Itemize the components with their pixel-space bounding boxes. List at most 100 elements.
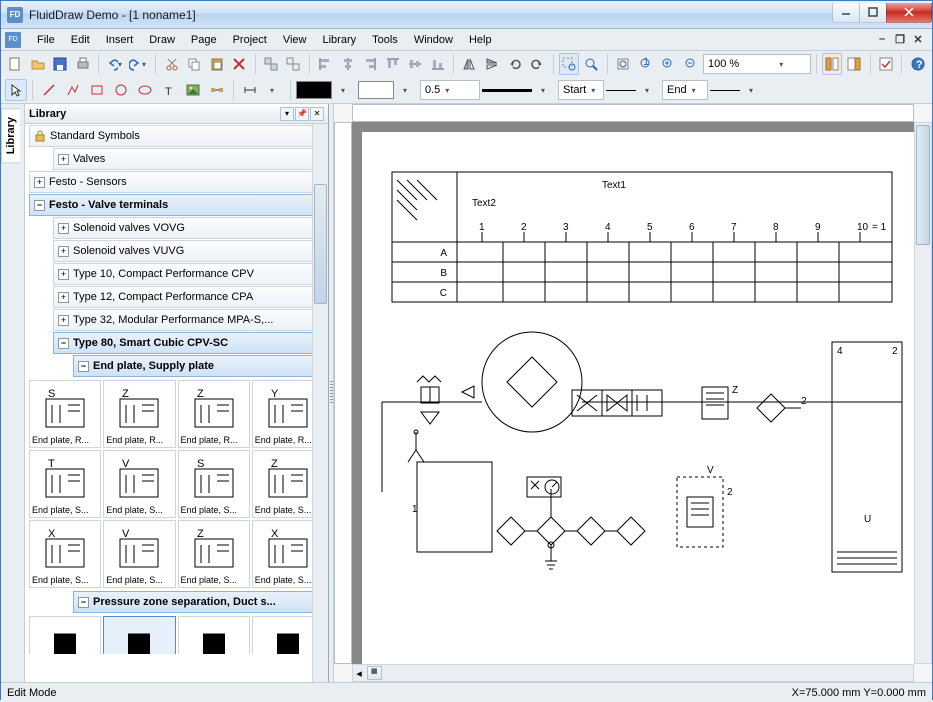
zoom-button[interactable]: [581, 53, 602, 75]
open-button[interactable]: [28, 53, 49, 75]
expand-icon[interactable]: +: [58, 154, 69, 165]
lineweight-combo[interactable]: 0.5▾: [420, 80, 480, 100]
zoom-fit-button[interactable]: [613, 53, 634, 75]
drawing-page[interactable]: Text1 Text2 A B C: [362, 132, 914, 664]
dimension-tool[interactable]: [239, 79, 261, 101]
cap-start-sw[interactable]: [606, 81, 636, 99]
library-item[interactable]: +Type 12, Compact Performance CPA: [53, 286, 324, 308]
sheet-tab[interactable]: ▦: [367, 666, 382, 680]
panel-pin-button[interactable]: 📌: [295, 107, 309, 121]
minimize-button[interactable]: [832, 3, 860, 23]
circle-tool[interactable]: [110, 79, 132, 101]
expand-icon[interactable]: −: [58, 338, 69, 349]
maximize-button[interactable]: [859, 3, 887, 23]
cap-end-sw[interactable]: [710, 81, 740, 99]
expand-icon[interactable]: +: [58, 269, 69, 280]
library-item[interactable]: +Valves: [53, 148, 324, 170]
expand-icon[interactable]: +: [58, 292, 69, 303]
zoom-in-button[interactable]: [658, 53, 679, 75]
symbol-thumb[interactable]: VEnd plate, S...: [103, 520, 175, 588]
expand-icon[interactable]: +: [58, 315, 69, 326]
symbol-thumb[interactable]: ZEnd plate, R...: [103, 380, 175, 448]
help-button[interactable]: ?: [907, 53, 928, 75]
symbol-thumb[interactable]: [103, 616, 175, 654]
image-tool[interactable]: [182, 79, 204, 101]
expand-icon[interactable]: −: [78, 597, 89, 608]
menu-tools[interactable]: Tools: [364, 32, 406, 48]
library-tab[interactable]: Library: [1, 108, 20, 163]
library-item[interactable]: −Type 80, Smart Cubic CPV-SC: [53, 332, 324, 354]
text-tool[interactable]: T: [158, 79, 180, 101]
save-button[interactable]: [50, 53, 71, 75]
expand-icon[interactable]: +: [34, 177, 45, 188]
expand-icon[interactable]: −: [78, 361, 89, 372]
copy-button[interactable]: [184, 53, 205, 75]
library-item[interactable]: −Festo - Valve terminals: [29, 194, 324, 216]
symbol-thumb[interactable]: VEnd plate, S...: [103, 450, 175, 518]
toggle-library-button[interactable]: [822, 53, 843, 75]
rect-tool[interactable]: [86, 79, 108, 101]
rotate-right-button[interactable]: [527, 53, 548, 75]
cap-start-drop[interactable]: ▾: [638, 79, 660, 101]
group-button[interactable]: [261, 53, 282, 75]
rotate-left-button[interactable]: [504, 53, 525, 75]
symbol-thumb[interactable]: TEnd plate, S...: [29, 450, 101, 518]
library-item[interactable]: +Type 32, Modular Performance MPA-S,...: [53, 309, 324, 331]
cap-end-combo[interactable]: End▾: [662, 80, 708, 100]
ungroup-button[interactable]: [283, 53, 304, 75]
canvas-scrollbar-h[interactable]: ◂ ▦: [352, 664, 914, 682]
mdi-restore-button[interactable]: ❐: [894, 33, 906, 46]
fill-color-swatch[interactable]: [358, 81, 394, 99]
fill-color-drop[interactable]: ▾: [396, 79, 418, 101]
polyline-tool[interactable]: [62, 79, 84, 101]
align-bottom-button[interactable]: [428, 53, 449, 75]
menu-page[interactable]: Page: [183, 32, 225, 48]
zoom-out-button[interactable]: [680, 53, 701, 75]
cap-end-drop[interactable]: ▾: [742, 79, 764, 101]
menu-view[interactable]: View: [275, 32, 315, 48]
align-left-button[interactable]: [315, 53, 336, 75]
symbol-thumb[interactable]: [178, 616, 250, 654]
panel-menu-button[interactable]: ▾: [280, 107, 294, 121]
flip-v-button[interactable]: [482, 53, 503, 75]
stroke-color-drop[interactable]: ▾: [334, 79, 356, 101]
library-scrollbar[interactable]: [312, 124, 328, 682]
menu-help[interactable]: Help: [461, 32, 500, 48]
close-button[interactable]: [886, 3, 932, 23]
symbol-thumb[interactable]: XEnd plate, S...: [29, 520, 101, 588]
cap-start-combo[interactable]: Start▾: [558, 80, 604, 100]
symbol-thumb[interactable]: [29, 616, 101, 654]
align-right-button[interactable]: [360, 53, 381, 75]
ellipse-tool[interactable]: [134, 79, 156, 101]
library-item[interactable]: −Pressure zone separation, Duct s...: [73, 591, 324, 613]
delete-button[interactable]: [229, 53, 250, 75]
symbol-thumb[interactable]: SEnd plate, S...: [178, 450, 250, 518]
library-item[interactable]: +Type 10, Compact Performance CPV: [53, 263, 324, 285]
canvas[interactable]: Text1 Text2 A B C: [352, 122, 914, 664]
linestyle-swatch[interactable]: [482, 81, 532, 99]
check-button[interactable]: [876, 53, 897, 75]
menu-library[interactable]: Library: [315, 32, 365, 48]
align-top-button[interactable]: [382, 53, 403, 75]
library-item[interactable]: +Solenoid valves VUVG: [53, 240, 324, 262]
zoom-100-button[interactable]: 1: [635, 53, 656, 75]
symbol-thumb[interactable]: ZEnd plate, R...: [178, 380, 250, 448]
library-item[interactable]: −End plate, Supply plate: [73, 355, 324, 377]
library-root[interactable]: Standard Symbols: [29, 125, 324, 147]
menu-file[interactable]: File: [29, 32, 63, 48]
mdi-close-button[interactable]: ✕: [912, 33, 924, 46]
align-center-h-button[interactable]: [337, 53, 358, 75]
linestyle-drop[interactable]: ▾: [534, 79, 556, 101]
menu-edit[interactable]: Edit: [63, 32, 98, 48]
connection-tool[interactable]: [206, 79, 228, 101]
panel-close-button[interactable]: ✕: [310, 107, 324, 121]
line-tool[interactable]: [38, 79, 60, 101]
new-button[interactable]: [5, 53, 26, 75]
canvas-scrollbar-v[interactable]: [914, 122, 932, 664]
menu-window[interactable]: Window: [406, 32, 461, 48]
zoom-area-button[interactable]: [559, 53, 580, 75]
align-middle-v-button[interactable]: [405, 53, 426, 75]
expand-icon[interactable]: −: [34, 200, 45, 211]
undo-button[interactable]: ▾: [104, 53, 126, 75]
stroke-color-swatch[interactable]: [296, 81, 332, 99]
